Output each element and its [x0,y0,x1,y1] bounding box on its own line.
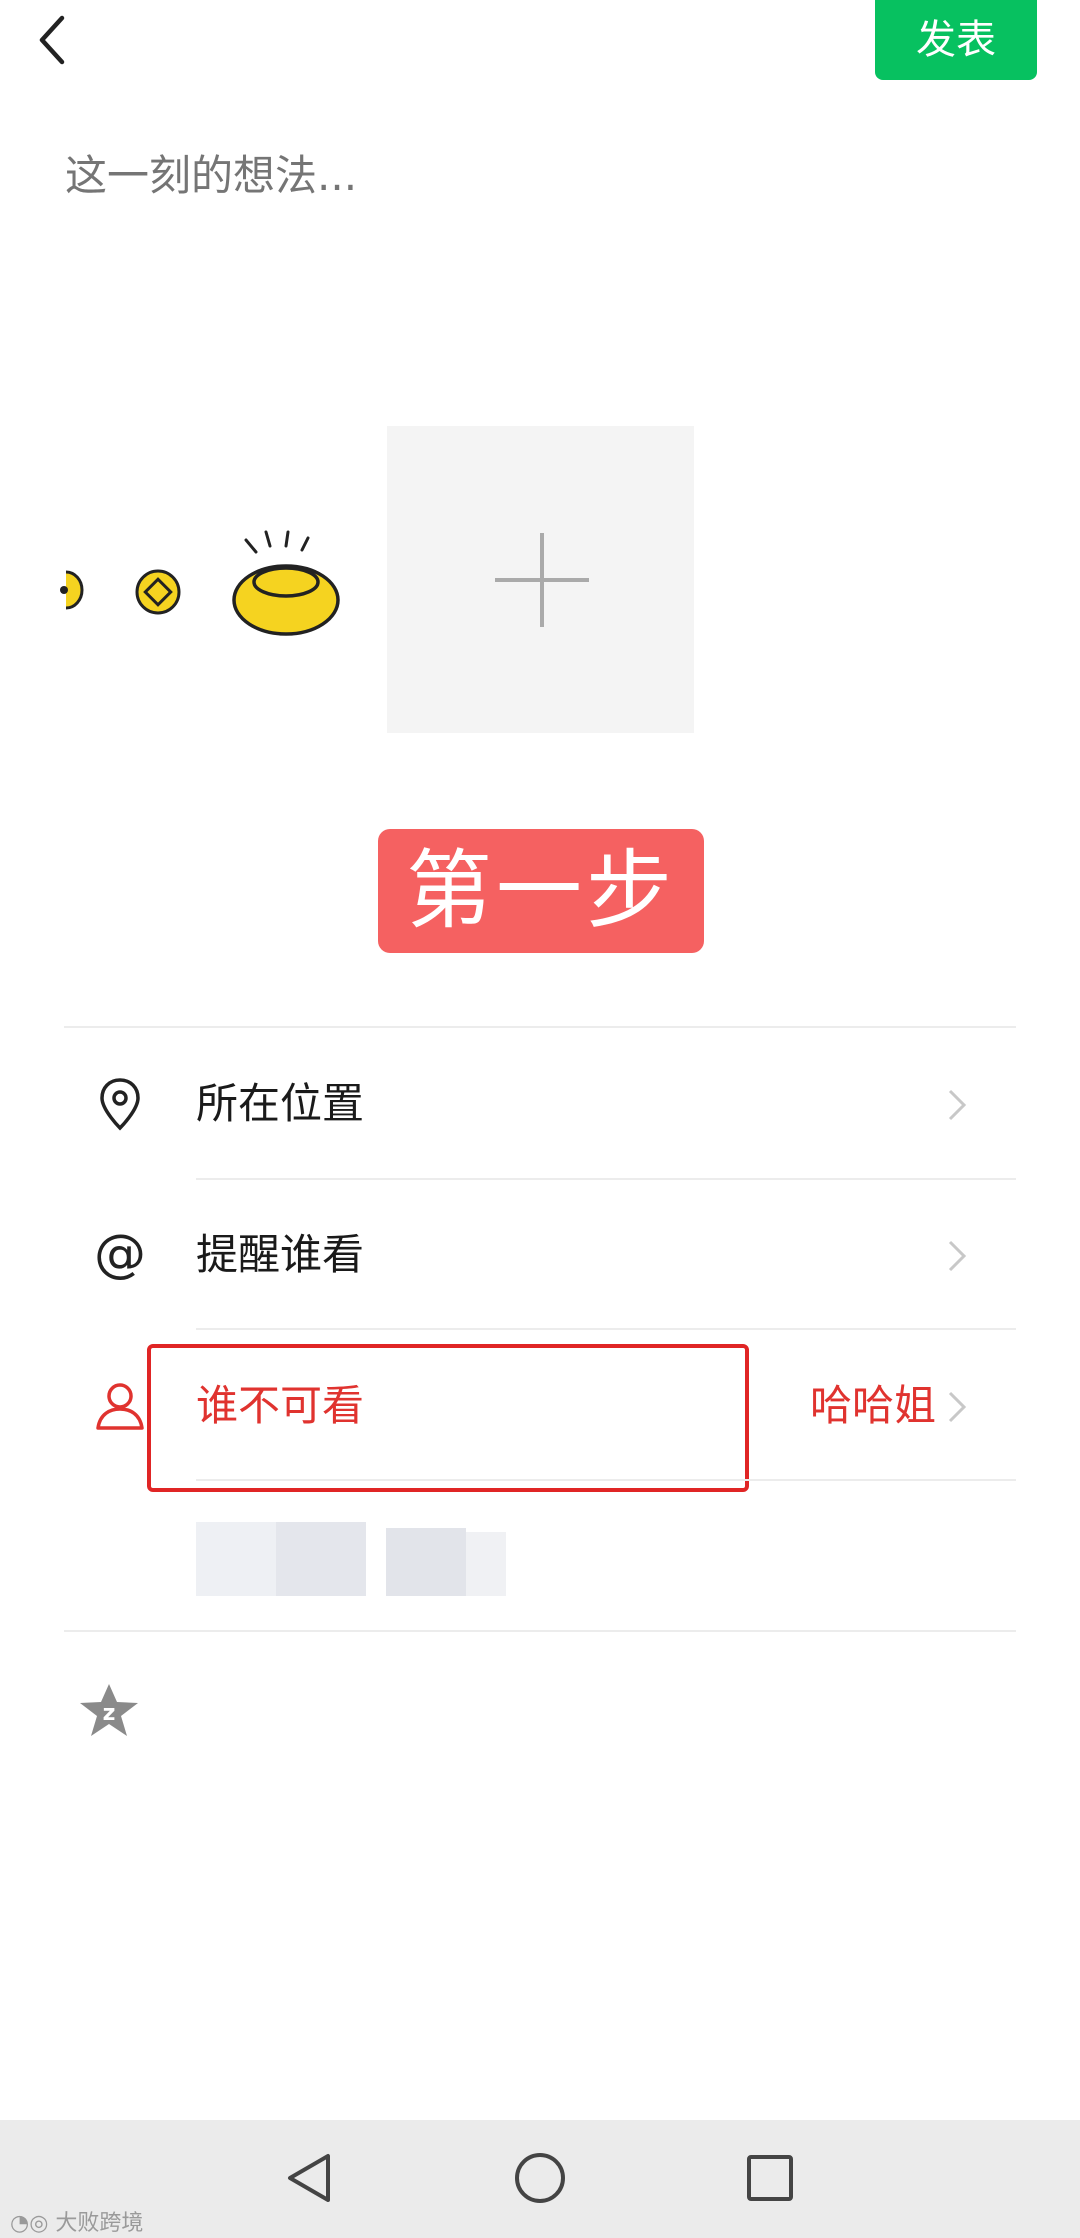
watermark-text: 大败跨境 [55,2211,144,2236]
divider [196,1178,1016,1180]
circle-home-icon [515,2153,565,2203]
add-photo-button[interactable] [387,426,694,733]
chevron-right-icon [948,1391,967,1423]
square-recents-icon [747,2155,793,2201]
divider [196,1479,1016,1481]
qzone-share-toggle[interactable]: z [78,1682,140,1738]
watermark: ◔◎ 大败跨境 [10,2205,143,2237]
at-sign-icon: @ [94,1225,146,1284]
system-nav-bar [0,2120,1080,2238]
nav-recents-button[interactable] [734,2142,806,2214]
star-icon: z [80,1684,138,1736]
location-pin-icon [100,1078,140,1131]
chevron-right-icon [948,1089,967,1121]
svg-text:z: z [103,1701,116,1726]
highlight-box [147,1344,749,1492]
divider [64,1630,1016,1632]
publish-button[interactable]: 发表 [875,0,1037,80]
mention-label: 提醒谁看 [196,1230,365,1279]
chevron-right-icon [948,1240,967,1272]
watermark-logo-icon: ◔◎ [10,2211,49,2236]
chevron-left-icon [39,15,65,65]
thought-input[interactable] [65,145,1015,205]
svg-text:@: @ [94,1225,146,1284]
redacted-content [196,1522,506,1596]
location-option[interactable]: 所在位置 [64,1030,1016,1178]
divider [196,1328,1016,1330]
gold-ingot-sticker-image [60,530,340,636]
mention-option[interactable]: @ 提醒谁看 [64,1181,1016,1329]
privacy-value: 哈哈姐 [809,1381,936,1430]
selected-image[interactable] [60,520,350,650]
person-icon [96,1383,144,1430]
location-label: 所在位置 [196,1079,365,1128]
divider [64,1026,1016,1028]
back-button[interactable] [18,0,88,80]
nav-back-button[interactable] [274,2142,346,2214]
nav-home-button[interactable] [504,2142,576,2214]
triangle-back-icon [288,2154,330,2202]
step-badge: 第一步 [378,829,704,953]
